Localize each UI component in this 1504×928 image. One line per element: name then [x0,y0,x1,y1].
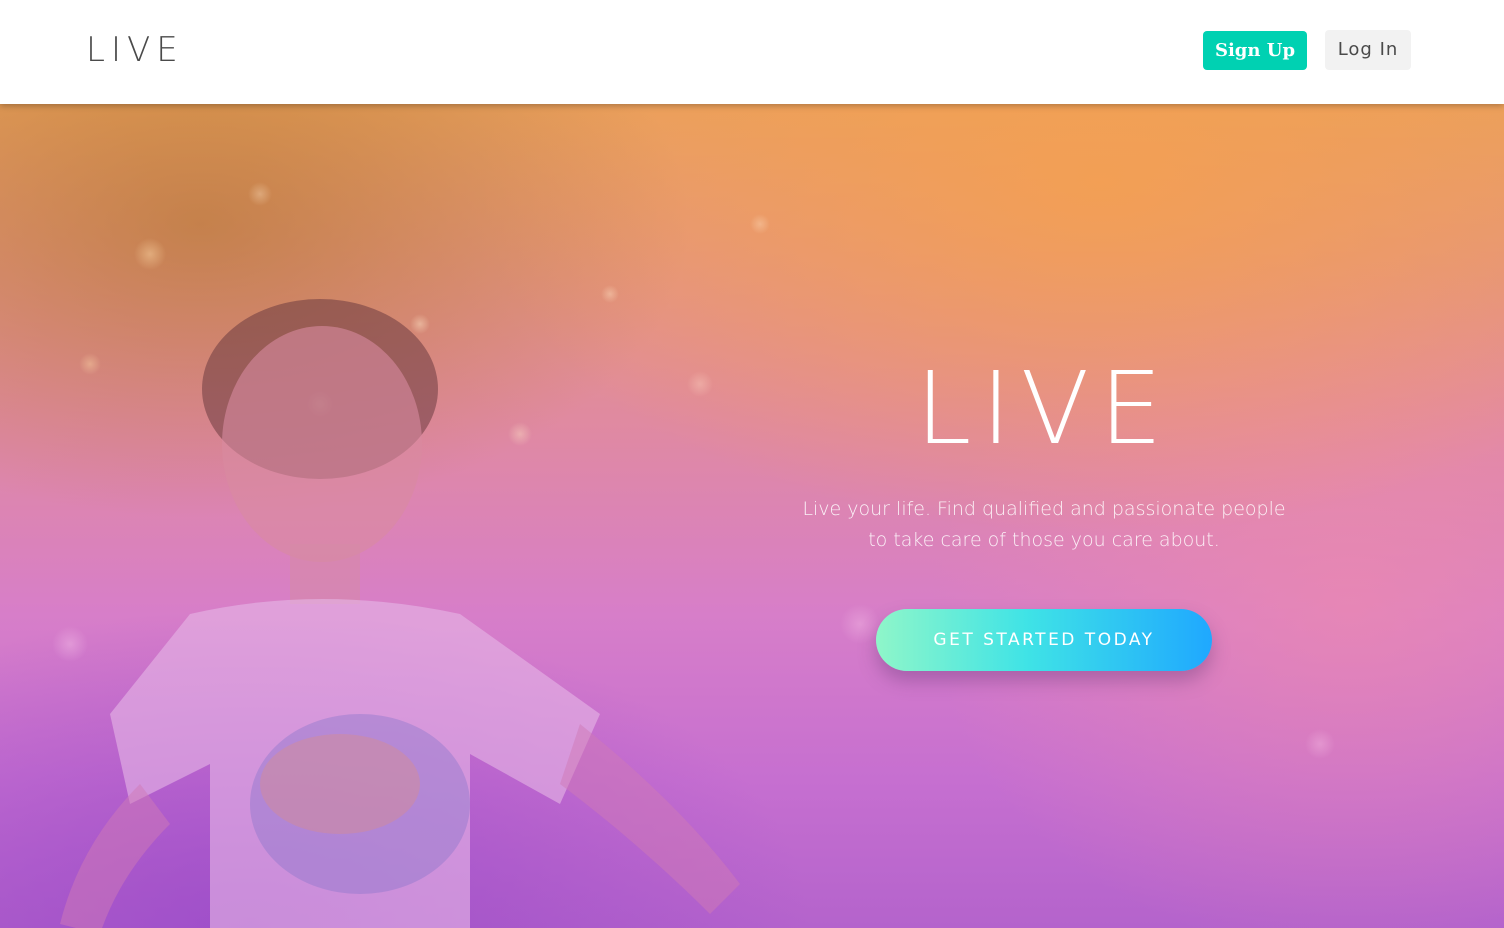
hero-title: LIVE [915,350,1173,467]
get-started-button[interactable]: GET STARTED TODAY [876,609,1212,671]
top-navbar: LIVE Sign Up Log In [0,0,1504,104]
hero-child-photo [60,299,740,928]
hero-subtitle-line-1: Live your life. Find qualified and passi… [802,498,1286,520]
hero-subtitle-line-2: to take care of those you care about. [868,529,1220,551]
log-in-button[interactable]: Log In [1325,30,1411,70]
brand-logo[interactable]: LIVE [86,30,184,70]
sign-up-button[interactable]: Sign Up [1203,31,1307,70]
hero-section: LIVE Live your life. Find qualified and … [0,104,1504,928]
hero-subtitle: Live your life. Find qualified and passi… [794,494,1294,556]
